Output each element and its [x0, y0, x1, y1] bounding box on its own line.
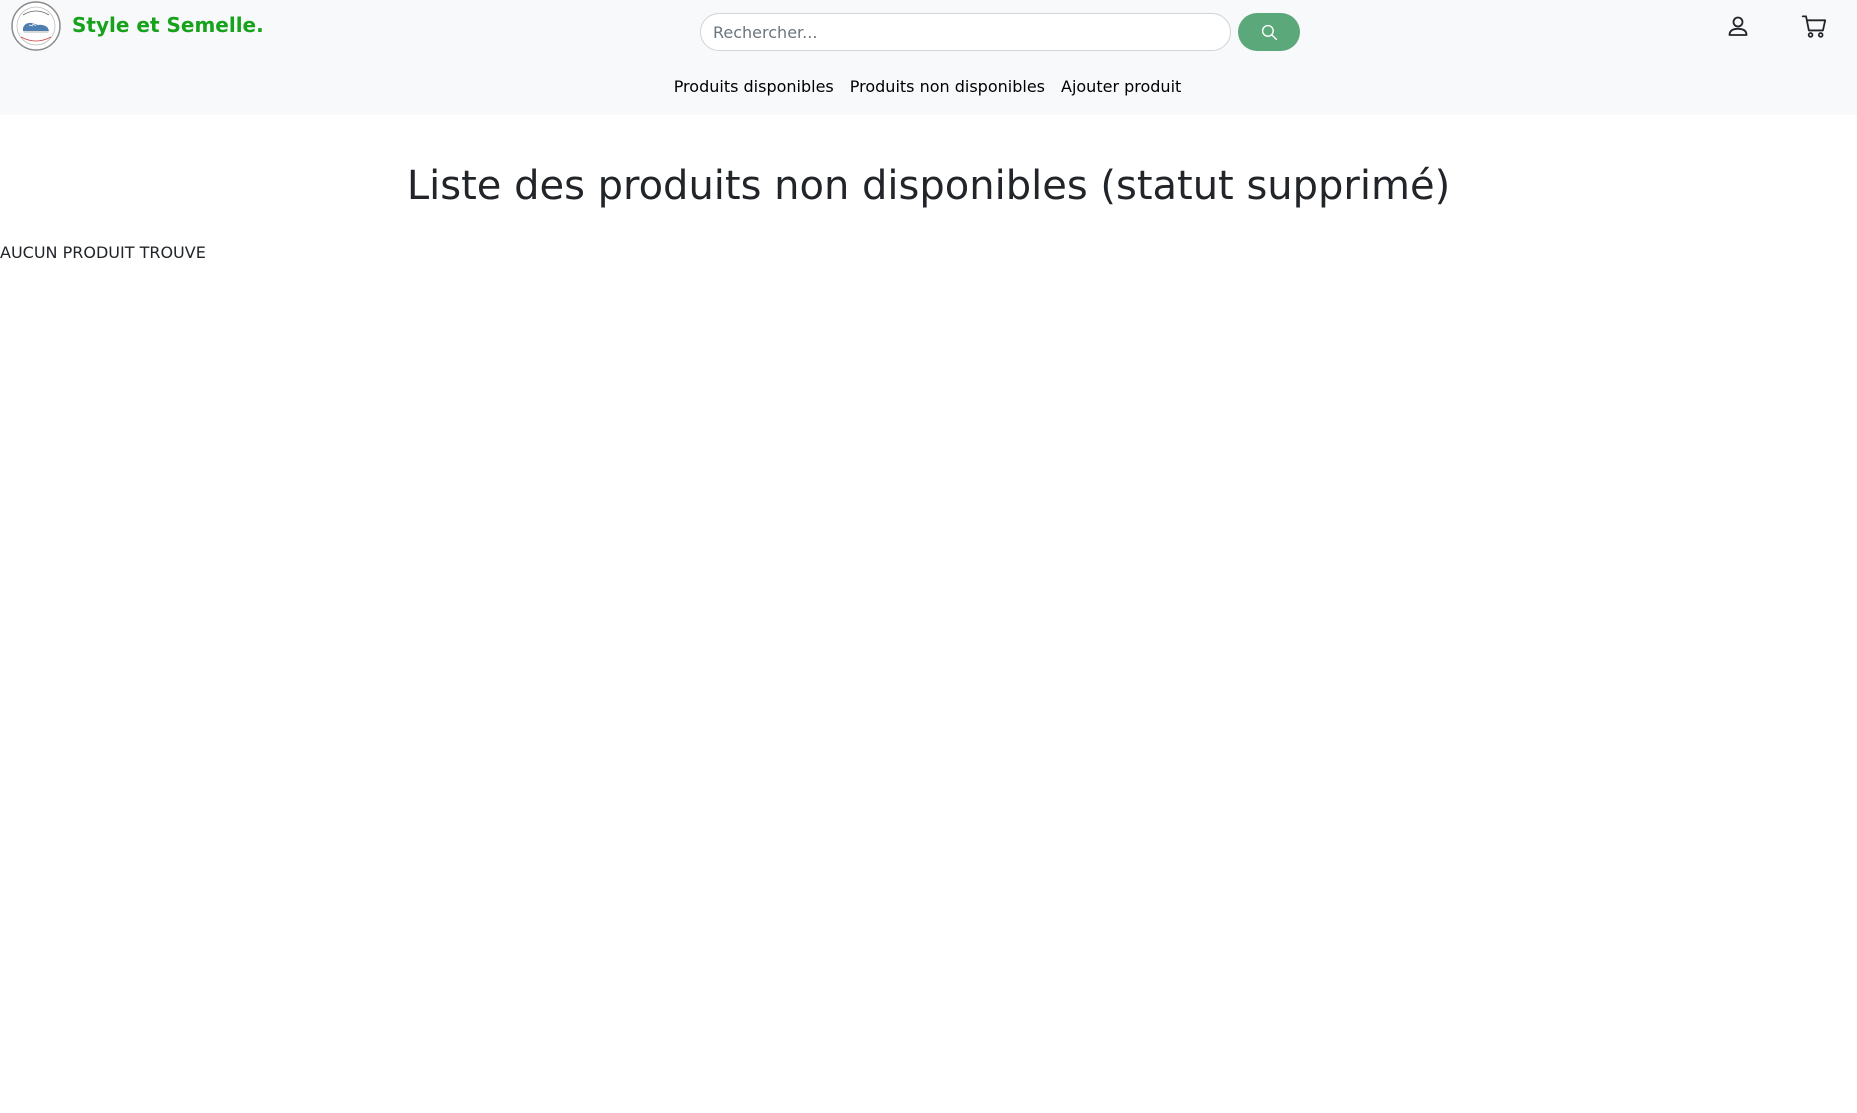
brand-name: Style et Semelle.: [72, 13, 264, 37]
cart-icon: [1801, 14, 1826, 38]
brand-link[interactable]: Style et Semelle.: [11, 1, 264, 51]
nav-link-ajouter-produit[interactable]: Ajouter produit: [1053, 76, 1189, 98]
page-title: Liste des produits non disponibles (stat…: [406, 163, 1451, 209]
user-icon: [1728, 16, 1748, 36]
nav-link-produits-disponibles[interactable]: Produits disponibles: [666, 76, 842, 98]
empty-state-message: AUCUN PRODUIT TROUVE: [0, 243, 206, 262]
nav-link-produits-non-disponibles[interactable]: Produits non disponibles: [842, 76, 1053, 98]
search-icon: [1261, 24, 1277, 40]
navbar: Style et Semelle. Produits disponibles P…: [0, 0, 1857, 115]
brand-logo: [11, 1, 61, 51]
main-nav: Produits disponibles Produits non dispon…: [0, 76, 1856, 98]
account-button[interactable]: [1720, 8, 1756, 44]
search-button[interactable]: [1238, 13, 1300, 51]
search-input[interactable]: [700, 13, 1231, 51]
cart-button[interactable]: [1796, 8, 1832, 44]
